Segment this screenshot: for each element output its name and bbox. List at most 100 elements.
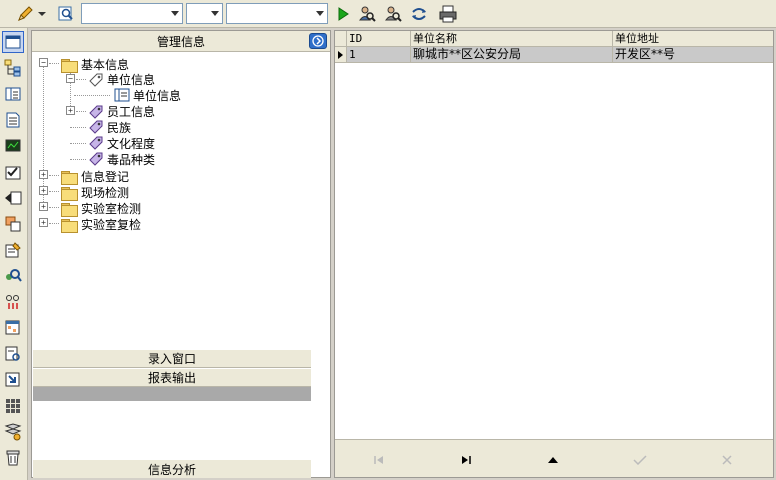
insert-record-icon[interactable] — [533, 450, 573, 470]
panel-title: 管理信息 — [156, 34, 205, 49]
cell-unit-address[interactable]: 开发区**号 — [613, 47, 773, 62]
tree-label: 信息登记 — [81, 170, 130, 184]
folder-icon — [61, 170, 78, 185]
tree-node-unit-info-form[interactable]: 单位信息 — [74, 87, 181, 103]
monitor-chart-icon[interactable] — [2, 135, 24, 157]
column-header-unit-address[interactable]: 单位地址 — [613, 31, 773, 46]
table-row[interactable]: 1 聊城市**区公安分局 开发区**号 — [335, 47, 773, 63]
find-user-icon[interactable] — [356, 3, 378, 24]
cell-id[interactable]: 1 — [347, 47, 411, 62]
grid-icon[interactable] — [2, 395, 24, 417]
expand-icon[interactable]: + — [39, 186, 48, 195]
trash-icon[interactable] — [2, 447, 24, 469]
windows-icon[interactable] — [2, 213, 24, 235]
collapse-panel-icon[interactable] — [309, 33, 327, 49]
expand-icon[interactable]: + — [39, 218, 48, 227]
nav-tree: − 基本信息 − 单位信息 单位信息 + 员工信息 民族 文化程度 毒品种类 +… — [32, 53, 330, 349]
hierarchy-icon[interactable] — [2, 57, 24, 79]
tree-line — [76, 111, 86, 112]
link-icon[interactable] — [2, 291, 24, 313]
column-header-unit-name[interactable]: 单位名称 — [411, 31, 613, 46]
tree-node-drug-types[interactable]: 毒品种类 — [70, 151, 155, 167]
import-icon[interactable] — [2, 369, 24, 391]
tree-label: 实验室检测 — [81, 202, 142, 216]
expand-icon[interactable]: + — [39, 202, 48, 211]
info-analysis-label: 信息分析 — [147, 462, 196, 477]
expand-icon[interactable]: + — [66, 106, 75, 115]
tree-line — [49, 191, 59, 192]
data-grid: ID 单位名称 单位地址 1 聊城市**区公安分局 开发区**号 — [334, 30, 774, 478]
tree-line — [74, 95, 110, 96]
report-output-button[interactable]: 报表输出 — [33, 368, 311, 387]
chevron-down-icon[interactable] — [207, 4, 222, 23]
panel-header: 管理信息 — [32, 31, 330, 52]
grid-header: ID 单位名称 单位地址 — [335, 31, 773, 47]
main-toolbar — [0, 0, 776, 28]
last-record-icon[interactable] — [446, 450, 486, 470]
tag-icon — [89, 120, 103, 134]
calendar-icon[interactable] — [2, 317, 24, 339]
tree-label: 文化程度 — [107, 136, 156, 151]
first-record-icon[interactable] — [359, 450, 399, 470]
tree-line — [76, 79, 86, 80]
collapse-icon[interactable]: − — [39, 58, 48, 67]
tree-node-ethnicity[interactable]: 民族 — [70, 119, 132, 135]
tree-node-education[interactable]: 文化程度 — [70, 135, 156, 151]
chevron-down-icon[interactable] — [312, 4, 327, 23]
document-icon[interactable] — [2, 109, 24, 131]
checklist-icon[interactable] — [2, 161, 24, 183]
tree-line — [70, 127, 86, 128]
folder-icon — [61, 186, 78, 201]
tree-line — [49, 223, 59, 224]
export-icon[interactable] — [2, 187, 24, 209]
chevron-down-icon[interactable] — [36, 3, 48, 24]
refresh-icon[interactable] — [408, 3, 430, 24]
folder-icon — [61, 202, 78, 217]
post-record-icon[interactable] — [620, 450, 660, 470]
form-icon — [114, 88, 130, 102]
splitter[interactable] — [33, 387, 311, 401]
print-icon[interactable] — [437, 3, 459, 24]
navigation-panel: 管理信息 − 基本信息 − 单位信息 单位信息 + 员工信息 民族 文化程度 毒… — [31, 30, 331, 478]
folder-icon — [61, 218, 78, 233]
cancel-record-icon[interactable] — [707, 450, 747, 470]
side-toolbar — [0, 28, 28, 480]
tree-line — [49, 207, 59, 208]
play-icon[interactable] — [332, 3, 354, 24]
column-header-id[interactable]: ID — [347, 31, 411, 46]
list-icon[interactable] — [2, 83, 24, 105]
search-icon[interactable] — [55, 3, 77, 24]
tree-label: 员工信息 — [107, 105, 156, 119]
filter-combo-1[interactable] — [81, 3, 183, 24]
tag-icon — [89, 152, 103, 166]
cell-unit-name[interactable]: 聊城市**区公安分局 — [411, 47, 613, 62]
row-pointer-icon — [335, 47, 347, 62]
tree-line — [70, 159, 86, 160]
tag-icon — [89, 136, 103, 150]
entry-window-label: 录入窗口 — [147, 352, 196, 366]
window-icon[interactable] — [2, 31, 24, 53]
tree-label: 单位信息 — [107, 73, 156, 87]
settings-icon[interactable] — [2, 421, 24, 443]
record-navigator — [335, 439, 773, 477]
tree-label: 民族 — [107, 120, 132, 135]
report-search-icon[interactable] — [2, 343, 24, 365]
chevron-down-icon[interactable] — [167, 4, 182, 23]
collapse-icon[interactable]: − — [66, 74, 75, 83]
tree-line — [43, 66, 44, 204]
filter-combo-2[interactable] — [186, 3, 223, 24]
expand-icon[interactable]: + — [39, 170, 48, 179]
folder-icon — [61, 58, 78, 73]
tag-icon — [89, 73, 103, 87]
entry-window-button[interactable]: 录入窗口 — [33, 349, 311, 368]
info-analysis-button[interactable]: 信息分析 — [33, 459, 311, 478]
filter-combo-3[interactable] — [226, 3, 328, 24]
tree-label: 实验室复检 — [81, 218, 142, 232]
find-user-icon[interactable] — [382, 3, 404, 24]
user-search-icon[interactable] — [2, 265, 24, 287]
tree-label: 现场检测 — [81, 186, 130, 200]
row-indicator-header — [335, 31, 347, 46]
form-edit-icon[interactable] — [2, 239, 24, 261]
pencil-icon[interactable] — [14, 3, 36, 24]
report-output-label: 报表输出 — [147, 371, 196, 385]
